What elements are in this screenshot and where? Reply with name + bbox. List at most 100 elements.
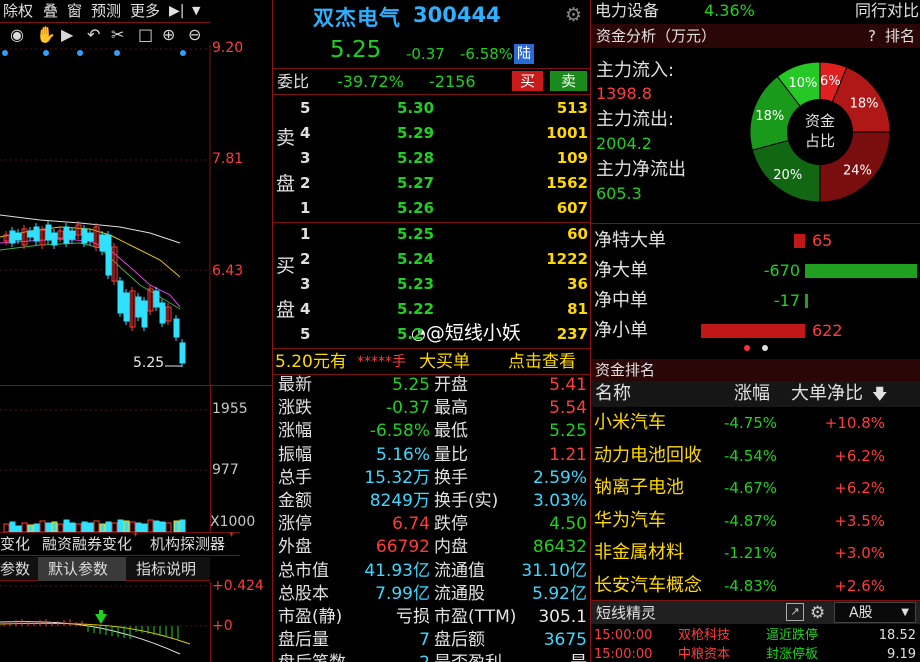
buy-level-row[interactable]: 3 5.23 36 — [300, 272, 590, 297]
volume-bar — [179, 519, 186, 532]
zoom-in-icon[interactable]: ⊕ — [162, 25, 175, 45]
quote-label-left: 盘后量 — [278, 630, 329, 651]
col-name[interactable]: 名称 — [595, 381, 631, 407]
quote-value-right: 86432 — [532, 537, 587, 558]
level-volume: 60 — [567, 225, 588, 243]
play-forward-icon[interactable]: ▶| — [169, 0, 184, 22]
quote-value-right: 2.59% — [532, 467, 587, 488]
quote-value-right: 3.03% — [532, 491, 587, 511]
hand-icon[interactable]: ✋ — [36, 25, 56, 45]
help-icon[interactable]: ? — [868, 24, 876, 48]
quote-label-left: 振幅 — [278, 444, 312, 465]
tab-params[interactable]: 参数 — [0, 557, 30, 581]
sell-level-row[interactable]: 2 5.27 1562 — [300, 171, 590, 196]
quote-label-right: 是否盈利 — [434, 652, 502, 662]
col-net[interactable]: 大单净比 — [791, 381, 863, 407]
dropdown-arrow-icon[interactable]: ▼ — [192, 0, 200, 22]
sell-level-row[interactable]: 1 5.26 607 — [300, 196, 590, 221]
eye-icon[interactable]: ◉ — [10, 25, 24, 45]
ranking-row[interactable]: 动力电池回收 -4.54% +6.2% — [592, 440, 920, 472]
volume-label-high: 1955 — [212, 401, 248, 417]
sector-name[interactable]: 电力设备 — [595, 0, 659, 22]
ranking-row[interactable]: 长安汽车概念 -4.83% +2.6% — [592, 570, 920, 602]
buy-level-row[interactable]: 4 5.22 81 — [300, 297, 590, 322]
sprite-event: 封涨停板 — [766, 647, 819, 662]
volume-bar — [99, 523, 106, 532]
big-order-view-link[interactable]: 点击查看 — [508, 350, 576, 374]
sell-level-row[interactable]: 4 5.29 1001 — [300, 121, 590, 146]
sprite-time: 15:00:00 — [594, 647, 653, 662]
volume-bar — [141, 523, 148, 532]
candle-body — [87, 232, 94, 242]
col-pct[interactable]: 涨幅 — [734, 381, 770, 407]
ranking-row[interactable]: 非金属材料 -1.21% +3.0% — [592, 537, 920, 569]
netflow-bar-positive — [794, 234, 805, 248]
candle-body — [105, 234, 112, 276]
level-price: 5.29 — [397, 124, 435, 142]
capital-donut-chart[interactable]: 资金 占比 6% 18% 24% 20% 18% 10% — [748, 60, 892, 204]
quote-label-right: 换手 — [434, 467, 468, 488]
buy-level-row[interactable]: 1 5.25 60 — [300, 222, 590, 247]
settings-gear-icon[interactable]: ⚙ — [565, 4, 582, 26]
level-volume: 1222 — [546, 250, 588, 268]
stock-change: -0.37 — [406, 45, 445, 63]
sell-level-row[interactable]: 5 5.30 513 — [300, 96, 590, 121]
quote-label-left: 最新 — [278, 375, 312, 395]
price-label-high: 9.20 — [212, 40, 244, 56]
volume-bar — [75, 523, 82, 532]
level-number: 1 — [300, 225, 311, 243]
candle-body — [179, 342, 186, 364]
quote-label-left: 总市值 — [278, 560, 329, 581]
rank-button[interactable]: 排名 — [885, 24, 915, 48]
param-tabs: 参数 默认参数 指标说明 — [0, 557, 210, 581]
sell-label-bottom: 盘 — [276, 173, 296, 195]
level-volume: 237 — [556, 325, 588, 343]
sort-down-icon[interactable]: 🡇 — [872, 381, 887, 407]
ranking-net: +2.6% — [834, 576, 885, 595]
donut-center-bottom: 占比 — [805, 132, 835, 150]
volume-bar — [69, 522, 76, 532]
tab-change[interactable]: 变化 — [0, 533, 30, 556]
page-dot-active[interactable] — [744, 345, 750, 351]
ranking-row[interactable]: 钠离子电池 -4.67% +6.2% — [592, 472, 920, 504]
sprite-settings-icon[interactable]: ⚙ — [810, 601, 825, 625]
toolbar-forecast-button[interactable]: 预测 — [91, 0, 121, 22]
undo-icon[interactable]: ↶ — [87, 25, 100, 45]
volume-chart-svg[interactable] — [0, 386, 210, 532]
quote-value-left: 亏损 — [396, 607, 430, 627]
sell-level-row[interactable]: 3 5.28 109 — [300, 146, 590, 171]
toolbar-chuquan-button[interactable]: 除权 — [3, 0, 33, 22]
capital-title: 资金分析（万元） — [596, 27, 717, 45]
chart-toggle-icon[interactable]: ↗ — [786, 603, 804, 621]
sector-pct: 4.36% — [704, 1, 755, 20]
ranking-name: 长安汽车概念 — [594, 574, 702, 596]
buy-button[interactable]: 买 — [512, 71, 543, 91]
sell-button[interactable]: 卖 — [550, 71, 587, 91]
toolbar-more-button[interactable]: 更多 — [130, 0, 160, 22]
tab-indicator-help[interactable]: 指标说明 — [136, 557, 196, 581]
tab-institution-detector[interactable]: 机构探测器 — [150, 533, 225, 556]
ranking-row[interactable]: 华为汽车 -4.87% +3.5% — [592, 505, 920, 537]
candle-body — [33, 226, 40, 242]
play-icon[interactable]: ▶ — [61, 25, 73, 45]
price-chart-svg[interactable] — [0, 45, 272, 385]
peer-compare-button[interactable]: 同行对比 — [855, 0, 919, 22]
donut-slice-label: 24% — [843, 163, 872, 178]
ranking-row[interactable]: 小米汽车 -4.75% +10.8% — [592, 407, 920, 439]
tab-margin-change[interactable]: 融资融券变化 — [42, 533, 132, 556]
tab-default-params[interactable]: 默认参数 — [38, 557, 126, 581]
buy-level-row[interactable]: 2 5.24 1222 — [300, 247, 590, 272]
page-dot[interactable] — [762, 345, 768, 351]
netflow-bar-positive — [701, 324, 805, 338]
zoom-out-icon[interactable]: ⊖ — [188, 25, 201, 45]
indicator-chart-svg[interactable] — [0, 582, 210, 662]
toolbar-window-button[interactable]: 窗 — [67, 0, 82, 22]
scissors-icon[interactable]: ✂ — [111, 25, 124, 45]
market-select[interactable]: A股 ▼ — [834, 602, 916, 623]
toolbar-overlay-button[interactable]: 叠 — [43, 0, 58, 22]
netflow-bar-negative — [805, 294, 808, 308]
level-volume: 36 — [567, 275, 588, 293]
buy-level-row[interactable]: 5 5.2 237 — [300, 322, 590, 347]
lock-icon[interactable]: □ — [138, 25, 153, 45]
quote-row: 外盘 66792 内盘 86432 — [278, 536, 590, 559]
